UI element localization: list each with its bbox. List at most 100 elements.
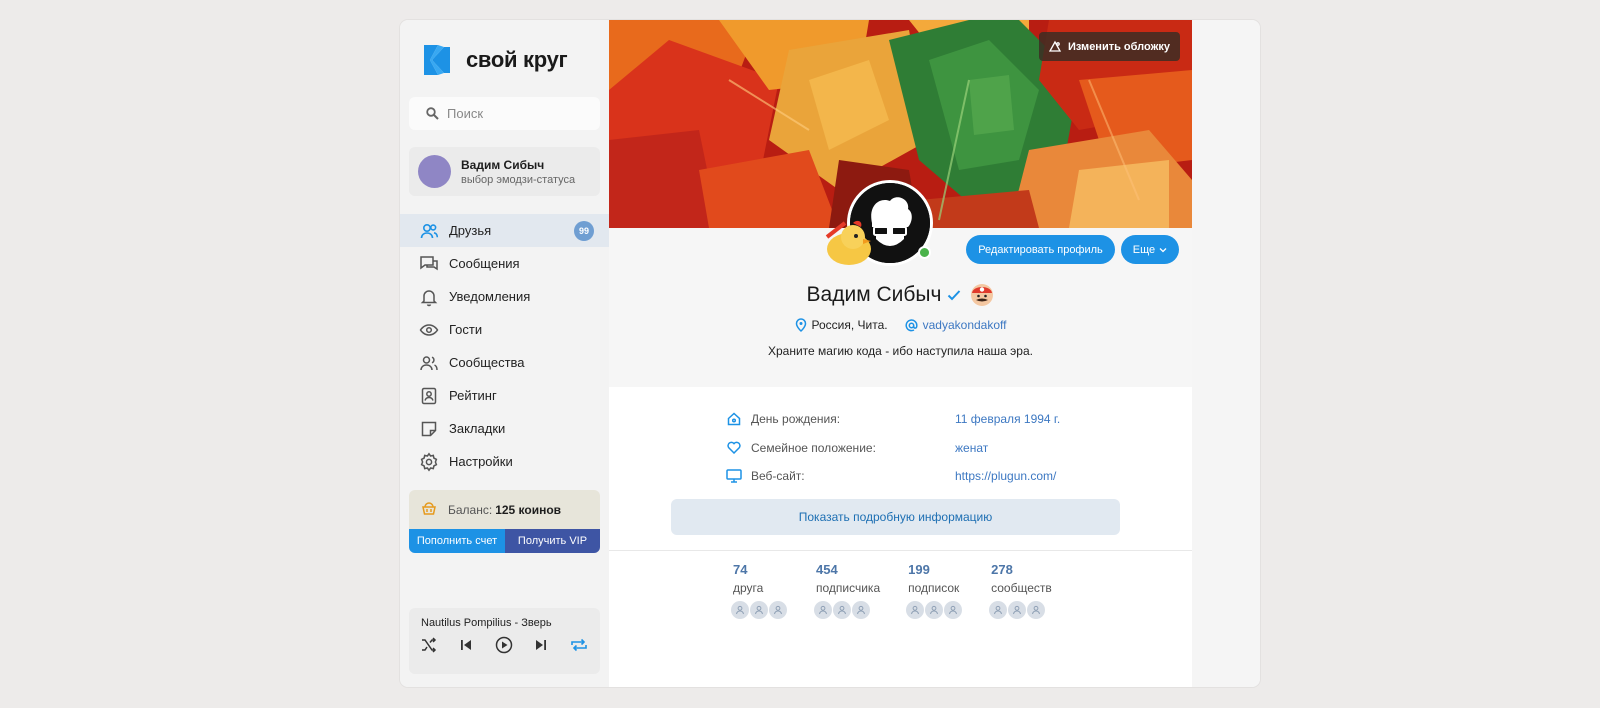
sidebar-item-communities[interactable]: Сообщества — [400, 346, 609, 379]
user-placeholder-icon — [989, 601, 1008, 619]
info-value[interactable]: женат — [955, 441, 988, 455]
user-placeholder-icon — [852, 601, 870, 619]
user-placeholder-icon — [944, 601, 963, 619]
stat-subscriptions[interactable]: 199 подписок — [906, 562, 963, 619]
right-panel — [1192, 20, 1260, 687]
verified-icon — [948, 290, 961, 301]
friends-count-badge: 99 — [574, 221, 594, 241]
profile-stats: 74 друга 454 подписчика 199 подписок 278… — [731, 562, 1080, 619]
info-row-relationship: Семейное положение: женат — [726, 434, 1126, 463]
username-link[interactable]: vadyakondakoff — [923, 318, 1007, 332]
more-button[interactable]: Еще — [1121, 235, 1179, 264]
sidebar-item-label: Рейтинг — [449, 388, 497, 403]
sidebar-item-label: Сообщества — [449, 355, 525, 370]
at-sign-icon — [905, 318, 918, 331]
app-window: свой круг Поиск Вадим Сибыч выбор эмодзи… — [400, 20, 1260, 687]
info-row-birthday: День рождения: 11 февраля 1994 г. — [726, 405, 1126, 434]
sidebar-item-label: Гости — [449, 322, 483, 337]
user-placeholder-icon — [925, 601, 944, 619]
sidebar-item-rating[interactable]: Рейтинг — [400, 379, 609, 412]
logo-text: свой круг — [466, 47, 568, 72]
stat-friends[interactable]: 74 друга — [731, 562, 788, 619]
sidebar-item-label: Уведомления — [449, 289, 531, 304]
track-title: Nautilus Pompilius - Зверь — [421, 617, 552, 629]
user-placeholder-icon — [1027, 601, 1046, 619]
stat-communities[interactable]: 278 сообществ — [989, 562, 1052, 619]
stat-number: 278 — [991, 562, 1013, 577]
balance-card: Баланс: 125 коинов Пополнить счет Получи… — [409, 490, 600, 553]
next-track-icon[interactable] — [533, 637, 549, 658]
messages-icon — [419, 254, 439, 274]
stat-label: подписчика — [816, 581, 881, 595]
sidebar-item-label: Сообщения — [449, 256, 520, 271]
website-link[interactable]: https://plugun.com/ — [955, 469, 1056, 483]
image-edit-icon — [1048, 40, 1062, 52]
location-pin-icon — [795, 318, 806, 332]
profile-name: Вадим Сибыч — [806, 283, 942, 306]
search-input[interactable]: Поиск — [409, 97, 600, 130]
mario-emoji-icon[interactable] — [970, 283, 994, 307]
rating-icon — [419, 386, 439, 406]
profile-main: Изменить обложку Редактировать профиль Е… — [609, 20, 1192, 687]
repeat-icon[interactable] — [570, 637, 588, 658]
previous-track-icon[interactable] — [458, 637, 474, 658]
music-player: Nautilus Pompilius - Зверь — [409, 608, 600, 674]
emoji-status-link[interactable]: выбор эмодзи-статуса — [461, 174, 575, 186]
communities-icon — [419, 353, 439, 373]
balance-info: Баланс: 125 коинов — [409, 490, 600, 529]
info-row-website: Веб-сайт: https://plugun.com/ — [726, 462, 1126, 491]
sidebar-item-label: Друзья — [449, 223, 492, 238]
shuffle-icon[interactable] — [421, 637, 437, 658]
sidebar-item-bookmarks[interactable]: Закладки — [400, 412, 609, 445]
more-label: Еще — [1132, 243, 1156, 256]
sticker-image — [823, 217, 875, 267]
sidebar: свой круг Поиск Вадим Сибыч выбор эмодзи… — [400, 20, 609, 687]
stat-followers[interactable]: 454 подписчика — [814, 562, 881, 619]
sidebar-item-notifications[interactable]: Уведомления — [400, 280, 609, 313]
user-placeholder-icon — [769, 601, 787, 619]
home-icon — [726, 412, 742, 426]
edit-profile-button[interactable]: Редактировать профиль — [966, 235, 1115, 264]
sidebar-item-messages[interactable]: Сообщения — [400, 247, 609, 280]
profile-info-list: День рождения: 11 февраля 1994 г. Семейн… — [726, 405, 1126, 491]
profile-meta: Россия, Чита. vadyakondakoff — [609, 318, 1192, 332]
stat-label: друга — [733, 581, 764, 595]
chevron-down-icon — [1159, 247, 1167, 252]
eye-icon — [419, 320, 439, 340]
location-text: Россия, Чита. — [811, 318, 888, 332]
online-indicator — [918, 246, 931, 259]
stat-number: 74 — [733, 562, 748, 577]
sidebar-item-guests[interactable]: Гости — [400, 313, 609, 346]
sidebar-item-settings[interactable]: Настройки — [400, 445, 609, 478]
bell-icon — [419, 287, 439, 307]
bookmark-icon — [419, 419, 439, 439]
user-placeholder-icon — [906, 601, 925, 619]
search-placeholder: Поиск — [447, 106, 484, 121]
info-value[interactable]: 11 февраля 1994 г. — [955, 412, 1060, 426]
avatar[interactable] — [418, 155, 451, 188]
user-name: Вадим Сибыч — [461, 157, 545, 172]
stat-number: 199 — [908, 562, 930, 577]
user-placeholder-icon — [1008, 601, 1027, 619]
coin-basket-icon — [421, 500, 437, 519]
divider — [609, 550, 1192, 551]
get-vip-button[interactable]: Получить VIP — [505, 529, 600, 553]
show-details-button[interactable]: Показать подробную информацию — [671, 499, 1120, 535]
info-label: День рождения: — [751, 412, 841, 427]
user-placeholder-icon — [731, 601, 749, 619]
sidebar-item-friends[interactable]: Друзья 99 — [400, 214, 609, 247]
user-card[interactable]: Вадим Сибыч выбор эмодзи-статуса — [409, 147, 600, 196]
stat-label: сообществ — [991, 581, 1052, 595]
play-icon[interactable] — [495, 636, 513, 659]
sidebar-nav: Друзья 99 Сообщения Уведомления Гости Со… — [400, 214, 609, 478]
user-placeholder-icon — [750, 601, 768, 619]
info-label: Веб-сайт: — [751, 469, 805, 484]
change-cover-button[interactable]: Изменить обложку — [1038, 32, 1180, 61]
heart-icon — [726, 441, 742, 455]
logo[interactable]: свой круг — [422, 45, 568, 75]
user-placeholder-icon — [833, 601, 851, 619]
topup-button[interactable]: Пополнить счет — [409, 529, 505, 553]
balance-value: 125 коинов — [495, 502, 562, 517]
monitor-icon — [726, 469, 742, 483]
info-label: Семейное положение: — [751, 440, 876, 455]
